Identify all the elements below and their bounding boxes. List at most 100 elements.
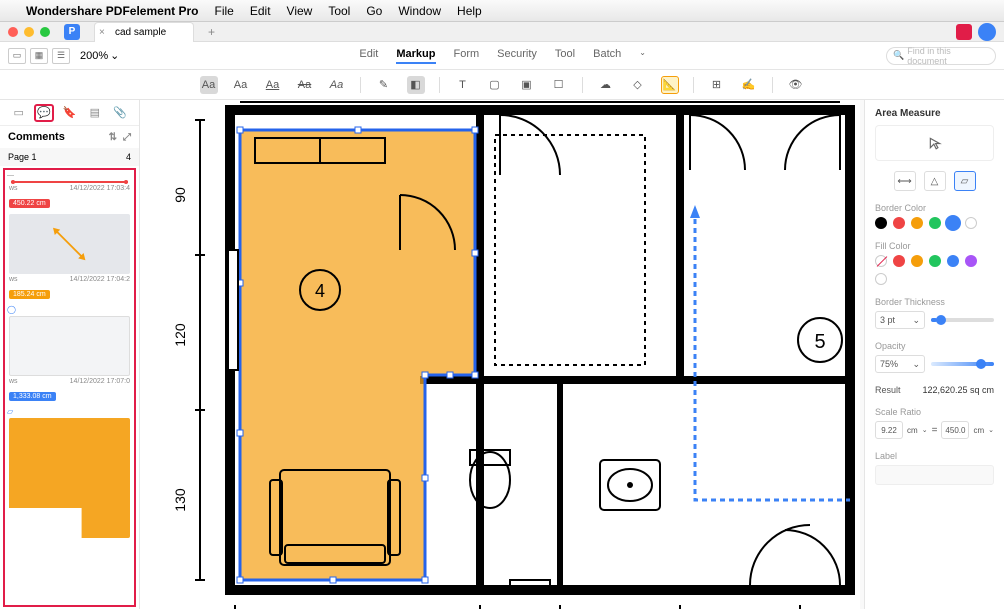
border-color-swatches	[875, 217, 994, 229]
thickness-select[interactable]: 3 pt⌄	[875, 311, 925, 329]
swatch-red[interactable]	[893, 255, 905, 267]
comments-tab[interactable]: 💬	[34, 104, 54, 122]
label-input[interactable]	[875, 465, 994, 485]
grid-view[interactable]: ▦	[30, 48, 48, 64]
menu-view[interactable]: View	[287, 4, 313, 18]
main-tabs: Edit Markup Form Security Tool Batch⌄	[359, 48, 646, 64]
app-name: Wondershare PDFelement Pro	[26, 4, 199, 18]
menu-help[interactable]: Help	[457, 4, 482, 18]
zoom-dropdown[interactable]: 200%⌄	[80, 49, 119, 62]
eraser-tool[interactable]: ◧	[407, 76, 425, 94]
tag-tool[interactable]: ◇	[629, 76, 647, 94]
scale-to-input[interactable]: 450.0	[941, 421, 969, 439]
perimeter-mode[interactable]: △	[924, 171, 946, 191]
tab-tool[interactable]: Tool	[555, 48, 575, 64]
menu-edit[interactable]: Edit	[250, 4, 271, 18]
new-tab-button[interactable]: +	[208, 25, 215, 39]
swatch-orange[interactable]	[911, 217, 923, 229]
fill-color-swatches	[875, 255, 994, 285]
expand-icon[interactable]: ⤢	[123, 132, 131, 143]
hide-annotations[interactable]: 👁	[787, 76, 805, 94]
page-row[interactable]: Page 1 4	[0, 148, 139, 166]
text-tool[interactable]: T	[454, 76, 472, 94]
panel-title: Area Measure	[875, 108, 994, 119]
scroll-view[interactable]: ☰	[52, 48, 70, 64]
fields-tab[interactable]: ▤	[85, 104, 105, 122]
swatch-blue[interactable]	[947, 255, 959, 267]
measure-badge: 185.24 cm	[9, 290, 50, 299]
menu-window[interactable]: Window	[398, 4, 441, 18]
highlight-tool[interactable]: Aa	[232, 76, 250, 94]
menu-go[interactable]: Go	[366, 4, 382, 18]
stamp-tool[interactable]: ⊞	[708, 76, 726, 94]
view-toolbar: ▭ ▦ ☰ 200%⌄ Edit Markup Form Security To…	[0, 42, 1004, 70]
canvas[interactable]: 90 120 130 410 80 130 130	[140, 100, 864, 609]
document-tab[interactable]: × cad sample	[94, 22, 194, 42]
swatch-blue[interactable]	[947, 217, 959, 229]
callout-tool[interactable]: ▣	[518, 76, 536, 94]
comments-header: Comments ⇅ ⤢	[0, 126, 139, 148]
squiggly-tool[interactable]: Aa	[328, 76, 346, 94]
opacity-select[interactable]: 75%⌄	[875, 355, 925, 373]
svg-text:5: 5	[814, 331, 825, 353]
user-avatar[interactable]	[978, 23, 996, 41]
close-window[interactable]	[8, 27, 18, 37]
tab-markup[interactable]: Markup	[396, 48, 435, 64]
swatch-red[interactable]	[893, 217, 905, 229]
comment-item[interactable]: ▱	[7, 407, 132, 538]
measure-badge: 1,333.08 cm	[9, 392, 56, 401]
filter-icon[interactable]: ⇅	[109, 132, 117, 143]
result-label: Result	[875, 385, 901, 395]
swatch-none[interactable]	[875, 255, 887, 267]
maximize-window[interactable]	[40, 27, 50, 37]
comment-item[interactable]: — ws14/12/2022 17:03:4 450.22 cm	[7, 172, 132, 210]
textbox-tool[interactable]: ▢	[486, 76, 504, 94]
menu-file[interactable]: File	[215, 4, 234, 18]
color-picker-icon[interactable]	[875, 273, 887, 285]
svg-text:120: 120	[172, 323, 188, 347]
single-page-view[interactable]: ▭	[8, 48, 26, 64]
underline-tool[interactable]: Aa	[264, 76, 282, 94]
comment-item[interactable]: ◯ ws14/12/2022 17:07:0 1,333.08 cm	[7, 305, 132, 403]
menubar: Wondershare PDFelement Pro File Edit Vie…	[0, 0, 1004, 22]
menu-tool[interactable]: Tool	[328, 4, 350, 18]
scale-from-input[interactable]: 9.22	[875, 421, 903, 439]
properties-panel: Area Measure ⟷ △ ▱ Border Color Fill Col…	[864, 100, 1004, 609]
comment-item[interactable]: ws14/12/2022 17:04:2 185.24 cm	[7, 214, 132, 301]
thumbnails-tab[interactable]: ▭	[9, 104, 29, 122]
strikethrough-tool[interactable]: Aa	[296, 76, 314, 94]
highlight-area-tool[interactable]: Aa	[200, 76, 218, 94]
signature-tool[interactable]: ✍	[740, 76, 758, 94]
measure-tool[interactable]: 📐	[661, 76, 679, 94]
note-tool[interactable]: ☐	[550, 76, 568, 94]
tab-form[interactable]: Form	[454, 48, 480, 64]
floorplan-svg: 90 120 130 410 80 130 130	[140, 100, 860, 609]
swatch-black[interactable]	[875, 217, 887, 229]
swatch-green[interactable]	[929, 255, 941, 267]
tab-batch[interactable]: Batch	[593, 48, 621, 64]
sidebar-tabs: ▭ 💬 🔖 ▤ 📎	[0, 100, 139, 126]
tab-security[interactable]: Security	[497, 48, 537, 64]
svg-text:90: 90	[172, 187, 188, 203]
distance-mode[interactable]: ⟷	[894, 171, 916, 191]
color-picker-icon[interactable]	[965, 217, 977, 229]
thickness-slider[interactable]	[931, 318, 994, 322]
cloud-tool[interactable]: ☁	[597, 76, 615, 94]
swatch-purple[interactable]	[965, 255, 977, 267]
pencil-tool[interactable]: ✎	[375, 76, 393, 94]
search-field[interactable]: 🔍 Find in this document	[886, 47, 996, 65]
area-mode[interactable]: ▱	[954, 171, 976, 191]
swatch-green[interactable]	[929, 217, 941, 229]
swatch-orange[interactable]	[911, 255, 923, 267]
close-tab-icon[interactable]: ×	[99, 27, 105, 38]
minimize-window[interactable]	[24, 27, 34, 37]
svg-text:4: 4	[315, 281, 325, 301]
tab-title: cad sample	[115, 27, 166, 38]
app-icon: P	[64, 24, 80, 40]
attachments-tab[interactable]: 📎	[110, 104, 130, 122]
svg-text:130: 130	[172, 488, 188, 512]
store-icon[interactable]	[956, 24, 972, 40]
opacity-slider[interactable]	[931, 362, 994, 366]
bookmarks-tab[interactable]: 🔖	[59, 104, 79, 122]
tab-edit[interactable]: Edit	[359, 48, 378, 64]
